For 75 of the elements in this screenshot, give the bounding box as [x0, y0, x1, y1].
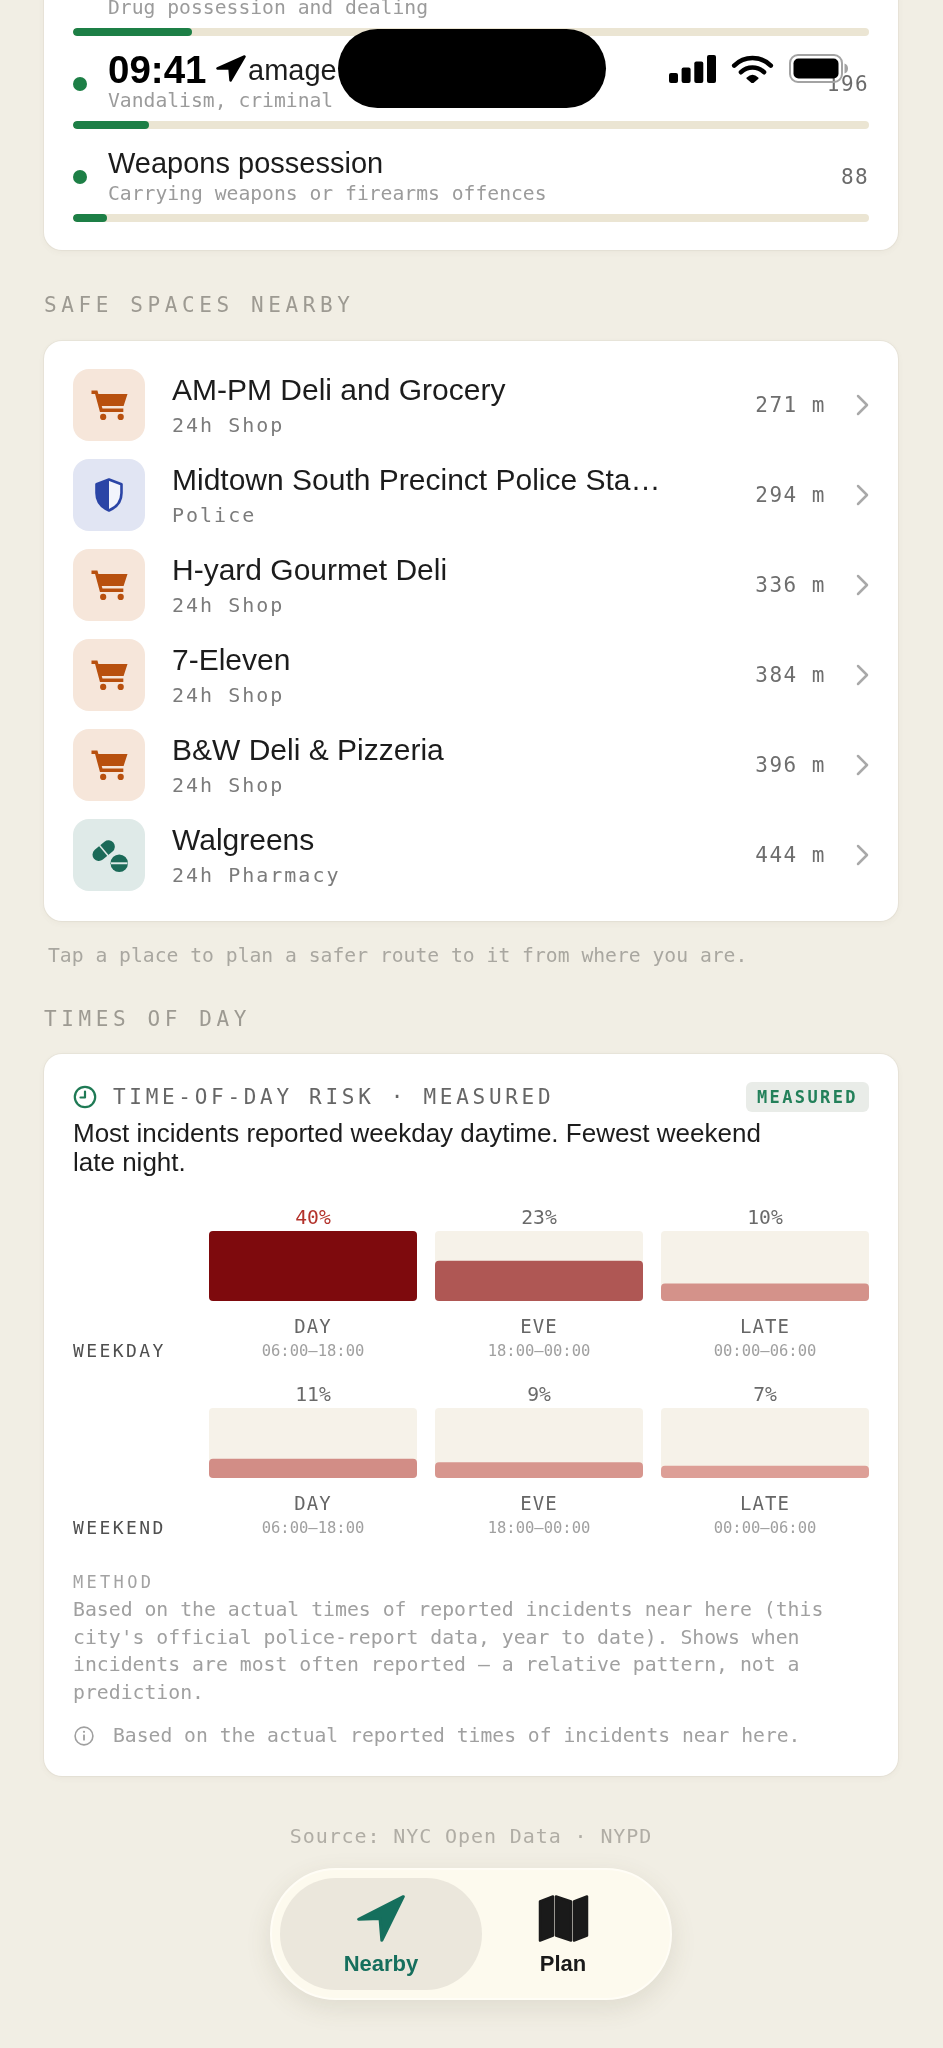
risk-summary: Most incidents reported weekday daytime. Fewest weekend late night. [73, 1119, 762, 1177]
method-heading: METHOD [73, 1571, 156, 1593]
status-dot-icon [73, 170, 87, 184]
category-label: DAY [294, 1491, 332, 1515]
offence-count: 88 [840, 165, 869, 189]
note-text: Based on the actual reported times of incidents near here. [113, 1723, 801, 1750]
place-name[interactable]: Walgreens [172, 821, 315, 858]
time-range: 00:00–06:00 [713, 1341, 817, 1362]
shield-icon [73, 459, 145, 531]
shopping-cart-icon [73, 639, 145, 711]
chevron-right-icon[interactable] [856, 844, 869, 866]
place-distance: 294 m [755, 483, 826, 507]
hint-text: Tap a place to plan a safer route to it from where you are. [48, 943, 749, 969]
time-range: 06:00–18:00 [261, 1341, 365, 1362]
chevron-right-icon[interactable] [856, 484, 869, 506]
measured-badge: MEASURED [745, 1082, 869, 1112]
place-distance: 396 m [755, 753, 826, 777]
place-name[interactable]: B&W Deli & Pizzeria [172, 731, 444, 768]
plan-tab[interactable]: Plan [482, 1878, 644, 1991]
place-category: Police [172, 501, 257, 529]
offence-title: amage [248, 53, 337, 87]
value-label: 40% [295, 1207, 331, 1229]
wifi-icon [731, 54, 774, 83]
chevron-right-icon[interactable] [856, 574, 869, 596]
place-distance: 444 m [755, 843, 826, 867]
chevron-right-icon[interactable] [856, 394, 869, 416]
pills-icon [73, 819, 145, 891]
time-range: 18:00–00:00 [487, 1518, 591, 1539]
time-range: 00:00–06:00 [713, 1518, 817, 1539]
info-icon [74, 1726, 94, 1747]
time-range: 06:00–18:00 [261, 1518, 365, 1539]
nearby-tab[interactable]: Nearby [280, 1878, 482, 1991]
source-text: Source: NYC Open Data · NYPD [289, 1823, 653, 1850]
shopping-cart-icon [73, 729, 145, 801]
category-label: EVE [520, 1491, 558, 1515]
category-label: LATE [740, 1491, 790, 1515]
shopping-cart-icon [73, 549, 145, 621]
place-name[interactable]: H-yard Gourmet Deli [172, 551, 448, 588]
chevron-right-icon[interactable] [856, 754, 869, 776]
map-icon [537, 1895, 589, 1943]
section-heading: SAFE SPACES NEARBY [44, 292, 356, 318]
section-heading: TIMES OF DAY [44, 1006, 252, 1032]
place-category: 24h Pharmacy [172, 861, 341, 889]
signal-icon [669, 54, 716, 83]
place-category: 24h Shop [172, 771, 285, 799]
row-label: WEEKEND [73, 1517, 167, 1539]
value-label: 10% [747, 1207, 783, 1229]
navigation-arrow-icon [357, 1895, 405, 1943]
row-label: WEEKDAY [73, 1340, 167, 1362]
value-label: 11% [295, 1384, 331, 1406]
place-category: 24h Shop [172, 681, 285, 709]
place-distance: 271 m [755, 393, 826, 417]
location-arrow-icon [216, 54, 247, 82]
time-range: 18:00–00:00 [487, 1341, 591, 1362]
chevron-right-icon[interactable] [856, 664, 869, 686]
value-label: 7% [753, 1384, 777, 1406]
place-category: 24h Shop [172, 411, 285, 439]
place-name[interactable]: 7-Eleven [172, 641, 291, 678]
status-dot-icon [73, 77, 87, 91]
clock-icon [73, 1085, 97, 1109]
place-category: 24h Shop [172, 591, 285, 619]
shopping-cart-icon [73, 369, 145, 441]
place-name[interactable]: Midtown South Precinct Police Sta… [172, 461, 661, 498]
place-name[interactable]: AM-PM Deli and Grocery [172, 371, 506, 408]
method-text: Based on the actual times of reported incidents near here (this city's official police-report data, year to date). Shows when incidents are most often reported — a relative pattern, not a prediction. [73, 1597, 825, 1706]
offence-description: Carrying weapons or firearms offences [108, 181, 547, 207]
category-label: DAY [294, 1314, 332, 1338]
value-label: 23% [521, 1207, 557, 1229]
category-label: LATE [740, 1314, 790, 1338]
place-distance: 384 m [755, 663, 826, 687]
offence-title: Weapons possession [108, 146, 384, 180]
category-label: EVE [520, 1314, 558, 1338]
value-label: 9% [527, 1384, 551, 1406]
place-distance: 336 m [755, 573, 826, 597]
card-title: TIME-OF-DAY RISK · MEASURED [113, 1084, 556, 1111]
